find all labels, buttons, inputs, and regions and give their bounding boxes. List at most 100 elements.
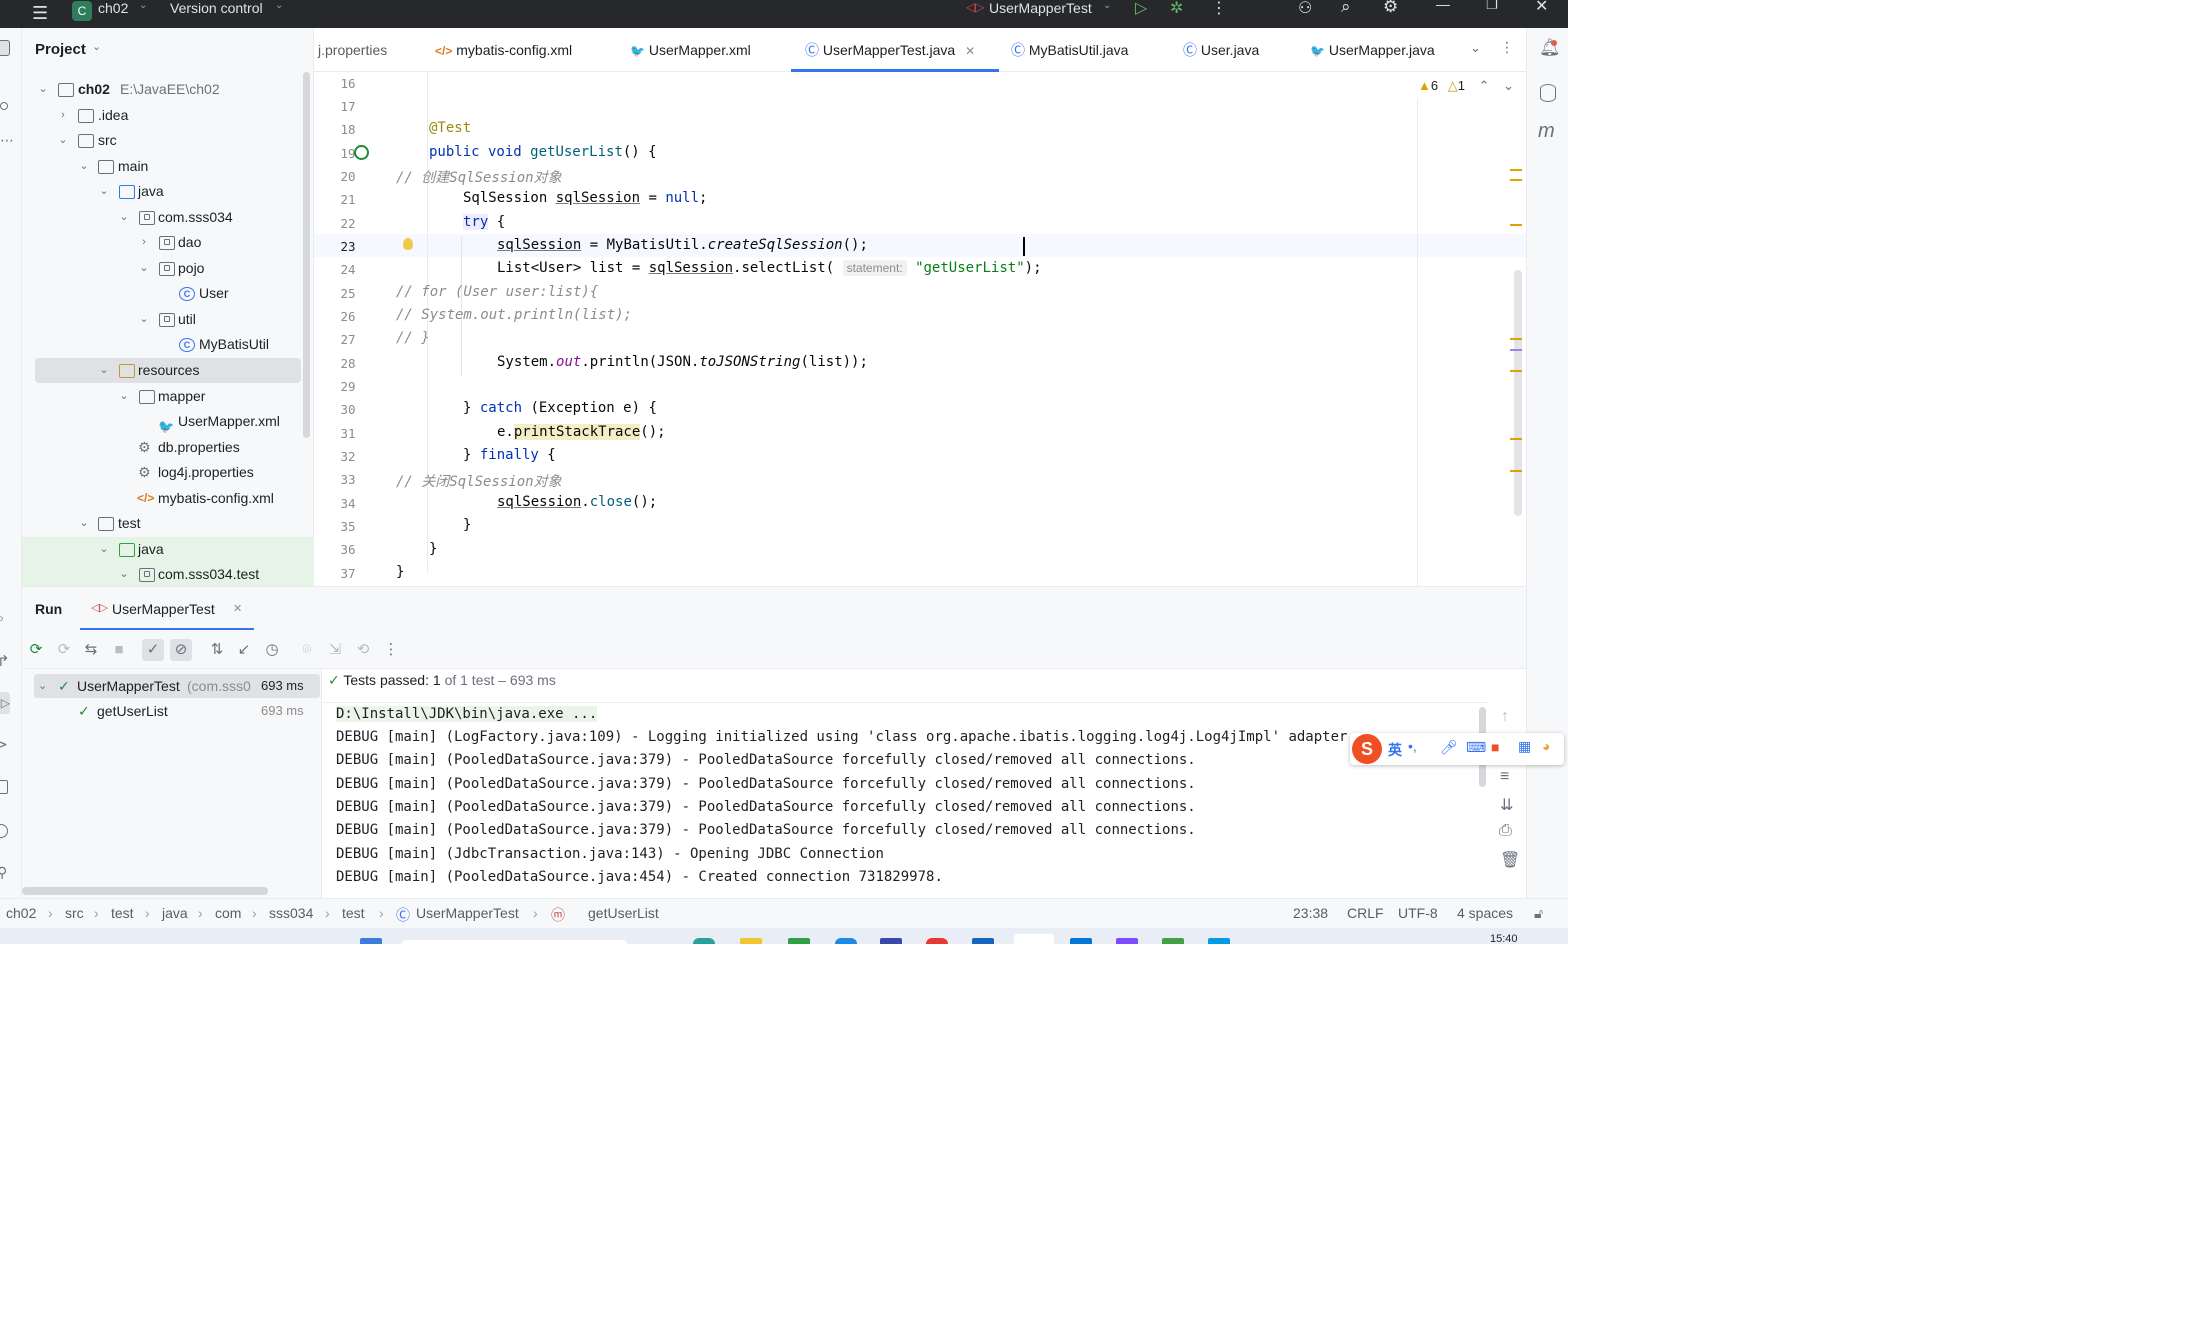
tree-item-test-package[interactable]: ⌄ com.sss034.test [22, 562, 314, 587]
add-user-icon[interactable]: ⚇ [1298, 0, 1312, 18]
scroll-up-icon[interactable]: ↑ [1501, 708, 1509, 726]
caret-position[interactable]: 23:38 [1293, 905, 1328, 921]
chevron-right-icon[interactable]: › [137, 230, 151, 255]
tree-item-idea[interactable]: › .idea [22, 103, 314, 128]
tree-item-pojo[interactable]: ⌄ pojo [22, 256, 314, 281]
tree-item-java-main[interactable]: ⌄ java [22, 179, 314, 204]
minimize-icon[interactable]: — [1436, 0, 1450, 12]
tree-item-mybatisutil[interactable]: C MyBatisUtil [22, 332, 314, 357]
tree-item-test[interactable]: ⌄ test [22, 511, 314, 536]
test-row-root[interactable]: ⌄ ✓ UserMapperTest (com.sss0 693 ms [34, 674, 320, 698]
taskbar-app-icon[interactable] [926, 938, 948, 944]
chevron-down-icon[interactable]: ⌄ [97, 358, 111, 383]
tabs-more-icon[interactable]: ⋮ [1500, 39, 1514, 56]
taskbar-app-icon[interactable] [1162, 938, 1184, 944]
breadcrumb-item[interactable]: sss034 [269, 905, 313, 921]
maximize-icon[interactable]: ❐ [1486, 0, 1498, 13]
chevron-up-icon[interactable]: ⌃ [1479, 78, 1490, 93]
chevron-down-icon[interactable]: ⌄ [1470, 40, 1481, 56]
file-encoding[interactable]: UTF-8 [1398, 905, 1438, 921]
scroll-to-end-icon[interactable]: ⇊ [1500, 795, 1513, 815]
rerun-icon[interactable]: ⟳ [25, 639, 47, 661]
taskbar-app-icon[interactable] [1014, 934, 1054, 944]
microphone-icon[interactable]: 🎤︎ [1440, 739, 1458, 756]
search-icon[interactable]: ⌕ [1341, 0, 1351, 17]
tree-item-main[interactable]: ⌄ main [22, 154, 314, 179]
services-tool-icon[interactable]: ⊳ [0, 736, 8, 753]
breadcrumb-item[interactable]: test [111, 905, 134, 921]
run-config-selector[interactable]: UserMapperTest [989, 0, 1092, 16]
ime-punct[interactable]: •, [1408, 738, 1417, 754]
run-icon[interactable]: ▷ [1135, 0, 1147, 18]
show-passed-icon[interactable]: ✓ [142, 639, 164, 661]
chevron-down-icon[interactable]: ⌄ [137, 307, 151, 332]
tab-usermapper-xml[interactable]: 🐦 UserMapper.xml [630, 28, 751, 72]
chevron-down-icon[interactable]: ⌄ [36, 77, 50, 102]
taskbar-app-icon[interactable] [880, 938, 902, 944]
tab-usermappertest-java[interactable]: Ⓒ UserMapperTest.java ✕ [791, 28, 999, 72]
hamburger-menu-icon[interactable]: ☰ [32, 3, 48, 24]
close-icon[interactable]: ✕ [965, 44, 975, 58]
breadcrumb-item[interactable]: UserMapperTest [416, 905, 519, 921]
soft-wrap-icon[interactable]: ≡ [1500, 768, 1509, 786]
problems-tool-icon[interactable] [0, 824, 8, 838]
breadcrumb-item[interactable]: src [65, 905, 84, 921]
line-separator[interactable]: CRLF [1347, 905, 1384, 921]
project-panel-title[interactable]: Project [35, 41, 86, 58]
chevron-down-icon[interactable]: ⌄ [117, 205, 131, 230]
test-tree-hscrollbar[interactable] [22, 887, 268, 895]
indent-setting[interactable]: 4 spaces [1457, 905, 1513, 921]
tree-item-usermapper-xml[interactable]: 🐦 UserMapper.xml [22, 409, 314, 434]
history-icon[interactable]: ◷ [261, 639, 283, 661]
taskbar-app-icon[interactable] [1208, 938, 1230, 944]
tree-item-java-test[interactable]: ⌄ java [22, 537, 314, 562]
chevron-down-icon[interactable]: ⌄ [137, 256, 151, 281]
project-switcher[interactable]: ch02 [98, 0, 128, 16]
tree-item-dao[interactable]: › dao [22, 230, 314, 255]
taskbar-clock[interactable]: 15:40 [1490, 934, 1518, 945]
ime-mode[interactable]: 英 [1388, 740, 1402, 760]
test-row-child[interactable]: ✓ getUserList 693 ms [34, 699, 320, 723]
chevron-down-icon[interactable]: ⌄ [97, 179, 111, 204]
show-ignored-icon[interactable]: ⊘ [170, 639, 192, 661]
chevron-down-icon[interactable]: ⌄ [77, 154, 91, 179]
camera-icon[interactable]: ⌾ [296, 639, 318, 661]
database-icon[interactable] [1540, 84, 1556, 102]
taskbar-app-icon[interactable] [360, 938, 382, 944]
print-icon[interactable]: ⎙ [1499, 822, 1512, 840]
tree-item-util[interactable]: ⌄ util [22, 307, 314, 332]
tree-item-package[interactable]: ⌄ com.sss034 [22, 205, 314, 230]
taskbar-app-icon[interactable] [1116, 938, 1138, 944]
taskbar-app-icon[interactable] [740, 938, 762, 944]
vcs-menu[interactable]: Version control [170, 0, 263, 16]
commit-tool-icon[interactable] [0, 102, 8, 110]
chevron-down-icon[interactable]: ⌄ [117, 384, 131, 409]
chevron-down-icon[interactable]: ⌄ [1503, 78, 1514, 93]
breadcrumb-item[interactable]: getUserList [588, 905, 659, 921]
keyboard-icon[interactable]: ⌨ [1466, 739, 1486, 756]
lock-icon[interactable]: 🔓︎ [1534, 905, 1543, 922]
tab-mybatisutil-java[interactable]: Ⓒ MyBatisUtil.java [1011, 28, 1128, 72]
stop-icon[interactable]: ■ [108, 639, 130, 661]
tree-item-db-properties[interactable]: ⚙ db.properties [22, 435, 314, 460]
chevron-right-icon[interactable]: › [56, 103, 70, 128]
project-tool-icon[interactable] [0, 40, 10, 56]
export-icon[interactable]: ⇲ [324, 639, 346, 661]
notifications-bell-icon[interactable]: 🔔︎ [1539, 38, 1561, 58]
taskbar-app-icon[interactable] [693, 938, 715, 944]
chevron-down-icon[interactable]: ⌄ [56, 128, 70, 153]
breadcrumb-item[interactable]: com [215, 905, 241, 921]
import-icon[interactable]: ⟲ [352, 639, 374, 661]
taskbar-app-icon[interactable] [402, 940, 627, 944]
tree-item-src[interactable]: ⌄ src [22, 128, 314, 153]
tab-usermapper-java[interactable]: 🐦 UserMapper.java [1310, 28, 1435, 72]
more-actions-icon[interactable]: ⋮ [1211, 0, 1227, 18]
more-actions-icon[interactable]: ⋮ [380, 639, 402, 661]
debug-icon[interactable]: ✲ [1170, 0, 1183, 18]
project-scrollbar[interactable] [303, 72, 310, 438]
sort-icon[interactable]: ⇅ [206, 639, 228, 661]
breadcrumb-item[interactable]: test [342, 905, 365, 921]
breadcrumb-item[interactable]: java [162, 905, 188, 921]
tree-item-mapper[interactable]: ⌄ mapper [22, 384, 314, 409]
chevron-down-icon[interactable]: ⌄ [92, 40, 101, 53]
